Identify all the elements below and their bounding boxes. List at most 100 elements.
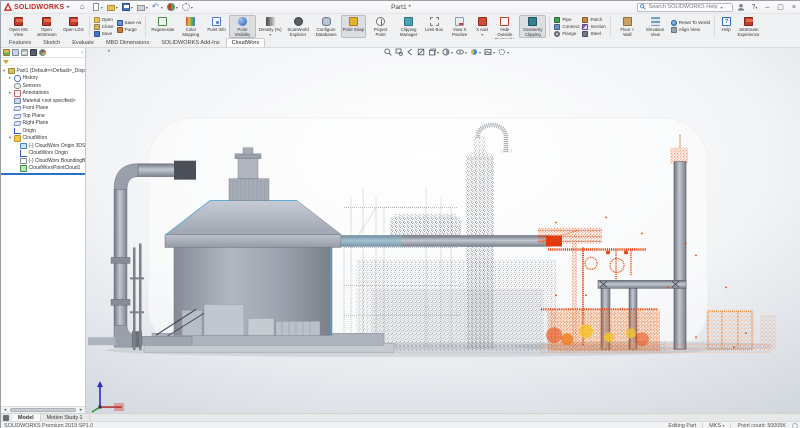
undo-button[interactable]: ↶▾ <box>152 3 163 11</box>
display-style-icon[interactable]: ▾ <box>442 48 453 56</box>
tree-item-material[interactable]: Material <not specified> <box>1 97 85 105</box>
restore-button[interactable]: ▢ <box>775 3 786 12</box>
tree-filter-row[interactable] <box>1 58 85 66</box>
tree-item-history[interactable]: ▸History <box>1 75 85 83</box>
tab-features[interactable]: Features <box>3 38 37 47</box>
ribbon-geometry-clipping-button[interactable]: Geometry Clipping <box>519 15 546 38</box>
dimxpertmanager-tab[interactable] <box>30 49 37 56</box>
ribbon-open-button[interactable]: Open <box>93 17 115 23</box>
ribbon-point-visibility-button[interactable]: Point Visibility <box>229 15 256 38</box>
ribbon-help-button[interactable]: Help <box>718 15 734 38</box>
close-button[interactable]: × <box>790 3 798 12</box>
save-button[interactable]: ▾ <box>122 3 133 11</box>
rollback-bar[interactable] <box>1 173 85 175</box>
ribbon-regenerate-button[interactable]: Regenerate <box>149 15 176 38</box>
tree-item-origin[interactable]: Origin <box>1 127 85 135</box>
featuremanager-flyout-arrow[interactable]: ▸ <box>108 48 111 54</box>
ribbon-save-as-button[interactable]: Save As <box>116 20 143 26</box>
help-button[interactable]: ?▾ <box>749 3 759 12</box>
view-orientation-icon[interactable]: ▾ <box>428 48 439 56</box>
edit-appearance-icon[interactable]: ▾ <box>470 48 481 56</box>
tree-item-cloudworx-origin[interactable]: CloudWorx Origin <box>1 150 85 158</box>
ribbon-purge-button[interactable]: Purge <box>116 27 143 33</box>
ribbon-open-jetstream-button[interactable]: Open JetStream <box>33 15 60 38</box>
ribbon-section-button[interactable]: Section <box>581 24 606 30</box>
tab-evaluate[interactable]: Evaluate <box>66 38 100 47</box>
ribbon-pipe-button[interactable]: Pipe <box>553 17 580 23</box>
minimize-button[interactable]: – <box>763 3 771 12</box>
ribbon-jetstream-experience-button[interactable]: JetStream Experience <box>735 15 762 38</box>
ribbon-limit-box-button[interactable]: Limit Box <box>423 15 445 38</box>
ribbon-floor-wall-button[interactable]: Floor + Wall▾ <box>614 15 641 38</box>
tree-item-top-plane[interactable]: Top Plane <box>1 112 85 120</box>
hide-show-items-icon[interactable]: ▾ <box>456 48 467 56</box>
section-view-icon[interactable] <box>417 48 425 56</box>
ribbon-save-button[interactable]: Save <box>93 31 115 37</box>
tree-item-cloudworx-pointcloud[interactable]: CloudWorxPointCloud1 <box>1 165 85 173</box>
open-button[interactable]: ▾ <box>107 3 118 11</box>
panel-tabs-overflow-icon[interactable]: › <box>81 50 83 56</box>
units-selector[interactable]: MKS ▾ <box>709 423 724 428</box>
tab-sketch[interactable]: Sketch <box>37 38 66 47</box>
ribbon-clipping-manager-button[interactable]: Clipping Manager <box>395 15 422 38</box>
ribbon-x-axis-button[interactable]: X Axis▾ <box>474 15 490 38</box>
tab-solidworks-add-ins[interactable]: SOLIDWORKS Add-Ins <box>155 38 225 47</box>
ribbon-open-ms-view-button[interactable]: Open MS View <box>5 15 32 38</box>
tree-item-cloudworx-folder[interactable]: ▾CloudWorx <box>1 135 85 143</box>
scrollbar-thumb[interactable] <box>10 408 76 412</box>
configurationmanager-tab[interactable] <box>21 49 28 56</box>
graphics-viewport[interactable]: ▸ ▾ ▾ ▾ ▾ ▾ ▾ <box>86 48 800 413</box>
tree-item-cloudworx-boundingbox[interactable]: (-) CloudWorx BoundingBox <box>1 157 85 165</box>
ribbon-flange-button[interactable]: Flange <box>553 31 580 37</box>
previous-view-icon[interactable] <box>406 48 414 56</box>
viewport-canvas[interactable] <box>86 48 800 413</box>
user-account-icon[interactable] <box>737 3 745 11</box>
ribbon-color-mapping-button[interactable]: Color Mapping <box>177 15 204 38</box>
ribbon-point-info-button[interactable]: Point Info <box>205 15 228 38</box>
panel-horizontal-scrollbar[interactable]: ◂ ▸ <box>1 406 85 413</box>
ribbon-project-point-button[interactable]: Project Point <box>367 15 394 38</box>
zoom-fit-icon[interactable] <box>384 48 392 56</box>
tab-mbd-dimensions[interactable]: MBD Dimensions <box>100 38 155 47</box>
ribbon-view-x-positive-button[interactable]: View X Positive▾ <box>446 15 473 38</box>
tree-item-right-plane[interactable]: Right Plane <box>1 120 85 128</box>
tree-item-annotations[interactable]: ▸Annotations <box>1 90 85 98</box>
ribbon-scanworld-explorer-button[interactable]: ScanWorld Explorer <box>285 15 312 38</box>
help-search-box[interactable]: ▾ <box>637 3 733 12</box>
tree-item-sensors[interactable]: Sensors <box>1 82 85 90</box>
ribbon-patch-button[interactable]: Patch <box>581 17 606 23</box>
view-settings-icon[interactable]: ▾ <box>498 48 509 56</box>
ribbon-hide-outside-rectangle-button[interactable]: Hide Outside Rectangle <box>491 15 518 38</box>
tab-motion-study[interactable]: Motion Study 1 <box>41 414 90 421</box>
ribbon-elevation-view-button[interactable]: Elevation View <box>642 15 669 38</box>
featuremanager-tree-tab[interactable] <box>3 49 10 56</box>
status-gear-icon[interactable] <box>792 423 798 428</box>
tree-item-cloudworx-origin-3dsketch[interactable]: (-) CloudWorx Origin 3DSketc <box>1 142 85 150</box>
search-input[interactable] <box>648 4 718 10</box>
ribbon-open-lgs-button[interactable]: Open LGS <box>61 15 86 38</box>
home-button[interactable]: ⌂ <box>80 3 88 11</box>
ribbon-configure-databases-button[interactable]: Configure Databases <box>313 15 340 38</box>
cad-horizontal-pipe[interactable] <box>332 235 562 246</box>
print-button[interactable]: ▾ <box>137 3 148 11</box>
tab-scroll-icon[interactable] <box>3 415 9 421</box>
tree-item-part-root[interactable]: ▾Part1 (Default<<Default>_Display Sta <box>1 67 85 75</box>
new-document-button[interactable]: ▾ <box>92 3 103 11</box>
tree-item-front-plane[interactable]: Front Plane <box>1 105 85 113</box>
ribbon-align-view-button[interactable]: Align View <box>670 27 711 33</box>
tab-model[interactable]: Model <box>12 414 41 421</box>
zoom-area-icon[interactable] <box>395 48 403 56</box>
ribbon-reset-to-world-button[interactable]: Reset To World <box>670 20 711 26</box>
ribbon-density-button[interactable]: Density (%)▾ <box>257 15 284 38</box>
tab-cloudworx[interactable]: CloudWorx <box>226 38 266 47</box>
ribbon-close-button[interactable]: Close <box>93 24 115 30</box>
propertymanager-tab[interactable] <box>12 49 19 56</box>
menu-pin-icon[interactable]: ▸ <box>67 4 70 10</box>
options-button[interactable]: ▾ <box>182 3 193 11</box>
rebuild-button[interactable]: ▾ <box>167 3 178 11</box>
ribbon-connect-button[interactable]: Connect <box>553 24 580 30</box>
displaymanager-tab[interactable] <box>39 49 46 56</box>
apply-scene-icon[interactable]: ▾ <box>484 48 495 56</box>
ribbon-steel-button[interactable]: Steel <box>581 31 606 37</box>
ribbon-point-snap-button[interactable]: Point Snap <box>341 15 366 38</box>
